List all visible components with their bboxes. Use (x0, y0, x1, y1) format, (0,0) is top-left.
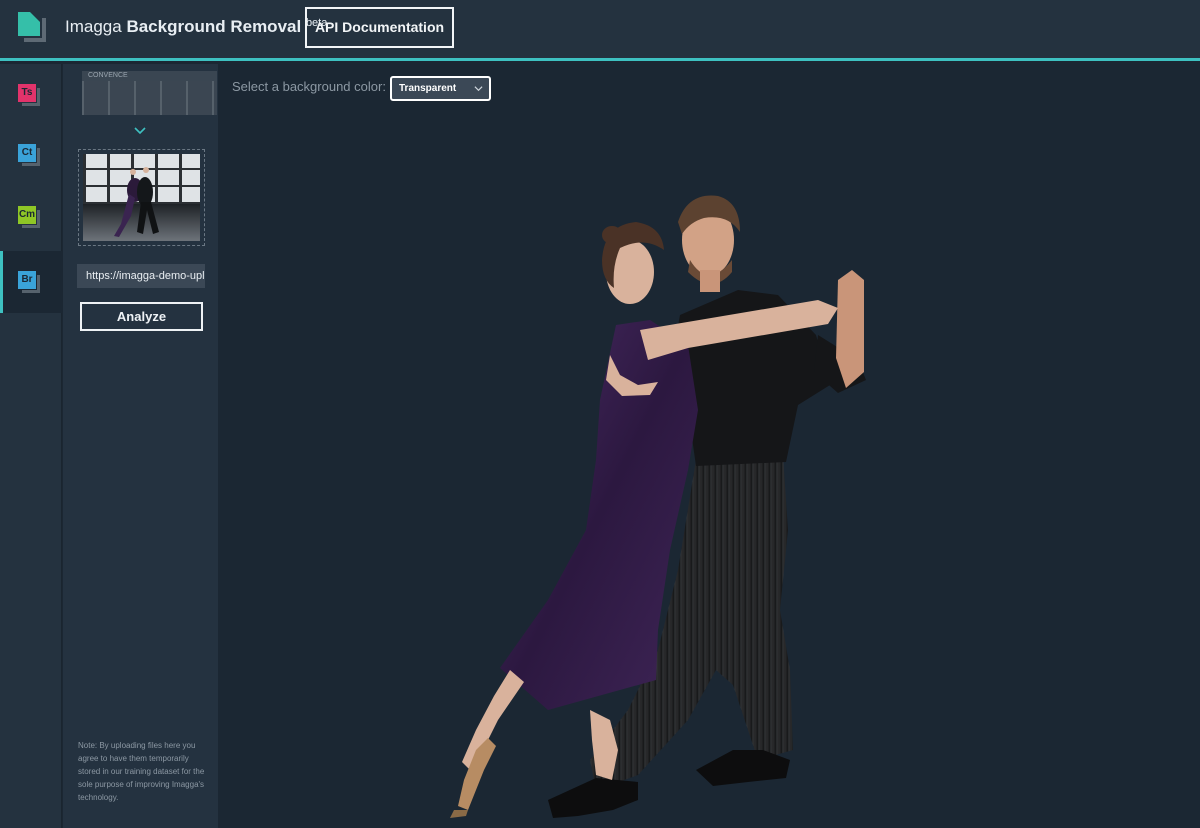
analyze-button[interactable]: Analyze (80, 302, 203, 331)
rail-item-tagging[interactable]: Ts (0, 64, 62, 126)
image-url-input[interactable]: https://imagga-demo-uplo (77, 264, 205, 288)
sample-panel: CONVENCE https://imagga-demo-uplo Analyz… (63, 64, 218, 828)
tool-code: Br (18, 271, 36, 289)
top-header: Imagga Background Removal beta API Docum… (0, 0, 1200, 61)
previous-sample-thumbnail[interactable]: CONVENCE (82, 71, 217, 115)
tool-code: Cm (18, 206, 36, 224)
imagga-logo-icon[interactable] (18, 12, 46, 42)
rail-item-background-removal[interactable]: Br (0, 251, 62, 313)
tool-code: Ts (18, 84, 36, 102)
app-title: Imagga Background Removal beta (65, 17, 327, 37)
tool-rail: Ts Ct Cm Br (0, 64, 62, 828)
chevron-down-icon (474, 86, 483, 92)
chevron-down-icon[interactable] (133, 124, 147, 138)
background-color-label: Select a background color: (232, 79, 386, 94)
brand-product: Background Removal (126, 17, 302, 36)
dancing-couple-image (450, 195, 866, 818)
selected-sample-thumbnail[interactable] (78, 149, 205, 246)
rail-item-categorization[interactable]: Ct (0, 124, 62, 186)
background-color-selected-value: Transparent (399, 83, 457, 94)
background-color-select[interactable]: Transparent (390, 76, 491, 101)
result-image (218, 110, 1200, 828)
thumbnail-text: CONVENCE (88, 72, 128, 79)
color-tool-icon: Cm (18, 206, 40, 228)
dancers-thumbnail-image (83, 154, 200, 241)
tool-code: Ct (18, 144, 36, 162)
rail-item-color-matching[interactable]: Cm (0, 186, 62, 248)
api-documentation-button[interactable]: API Documentation (305, 7, 454, 48)
tagging-tool-icon: Ts (18, 84, 40, 106)
background-removal-tool-icon: Br (18, 271, 40, 293)
brand-prefix: Imagga (65, 17, 122, 36)
categorization-tool-icon: Ct (18, 144, 40, 166)
upload-note: Note: By uploading files here you agree … (78, 741, 205, 802)
